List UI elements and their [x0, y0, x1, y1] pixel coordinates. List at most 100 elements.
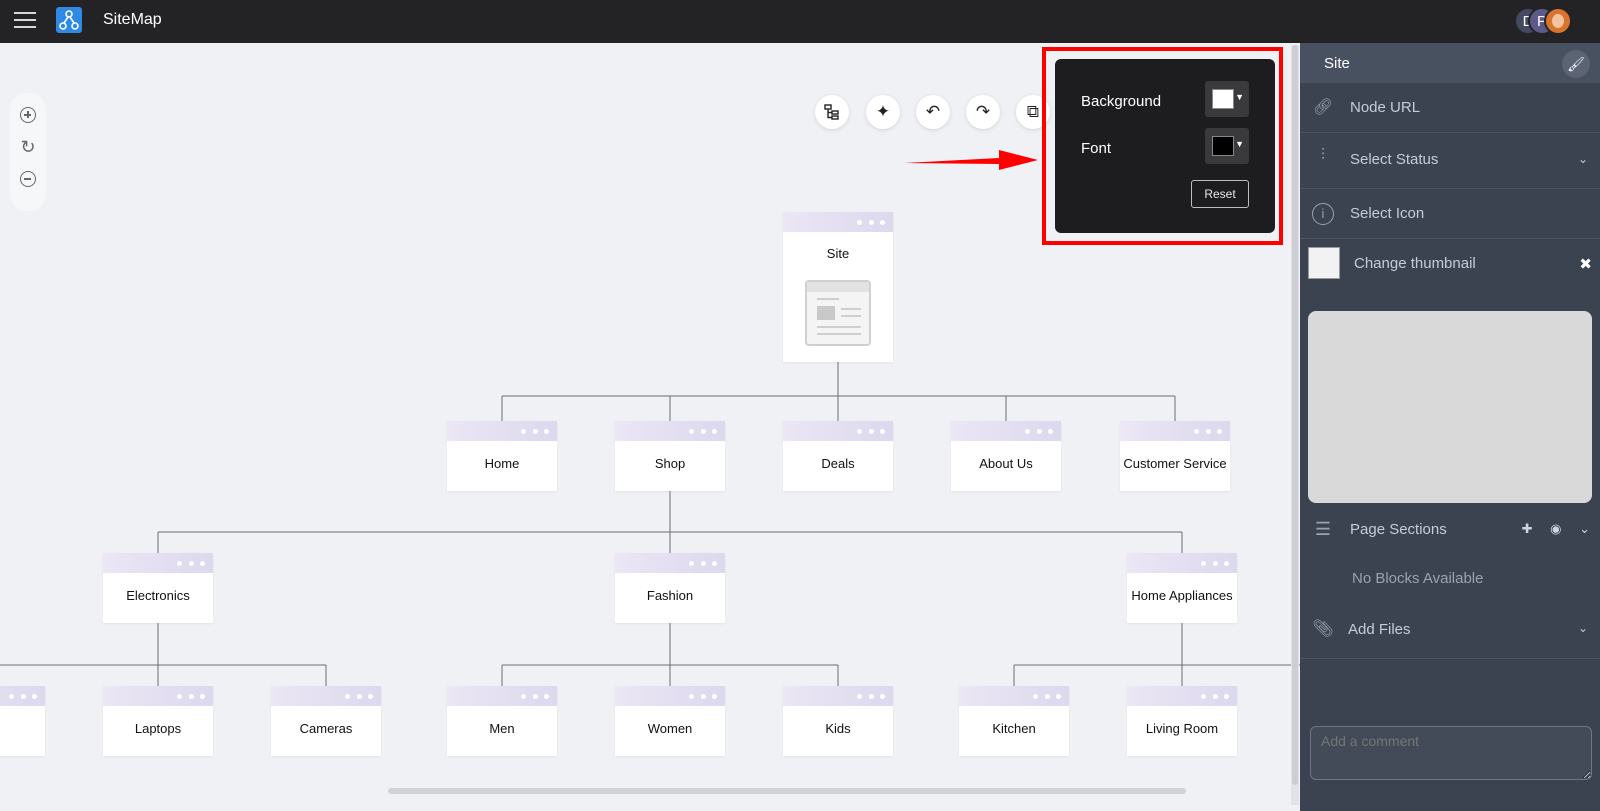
- list-icon: ☰: [1314, 519, 1332, 539]
- top-bar: SiteMap D P: [0, 0, 1600, 43]
- node-more-icon[interactable]: [9, 694, 37, 699]
- node-more-icon[interactable]: [689, 561, 717, 566]
- avatar-photo[interactable]: [1544, 7, 1572, 35]
- horizontal-scrollbar[interactable]: [0, 788, 1270, 794]
- node-label: Deals: [821, 456, 855, 471]
- caret-down-icon: ▼: [1235, 92, 1244, 102]
- style-popover: Background ▼ Font ▼ Reset: [1055, 59, 1275, 233]
- close-icon[interactable]: ✖: [1579, 255, 1592, 273]
- thumbnail-icon: [1308, 247, 1340, 279]
- node-url-placeholder: Node URL: [1350, 99, 1421, 116]
- node-more-icon[interactable]: [1033, 694, 1061, 699]
- link-icon: 🔗︎: [1312, 99, 1334, 116]
- scrollbar-thumb[interactable]: [388, 788, 1186, 794]
- node-more-icon[interactable]: [689, 429, 717, 434]
- node-label: Customer Service: [1123, 456, 1227, 471]
- menu-icon[interactable]: [14, 12, 36, 30]
- sliders-icon: ⫶: [1320, 147, 1325, 164]
- sitemap-node-root[interactable]: Site: [783, 212, 893, 362]
- node-url-field[interactable]: 🔗︎ Node URL: [1300, 83, 1600, 133]
- sitemap-node[interactable]: Customer Service: [1120, 421, 1230, 491]
- info-icon: i: [1312, 203, 1334, 225]
- comment-input[interactable]: [1310, 726, 1592, 780]
- panel-title: Site: [1324, 55, 1350, 72]
- sitemap-node[interactable]: Kitchen: [959, 686, 1069, 756]
- node-more-icon[interactable]: [1201, 561, 1229, 566]
- sitemap-node[interactable]: Electronics: [103, 553, 213, 623]
- sitemap-node[interactable]: hones: [0, 686, 45, 756]
- node-label: Kitchen: [992, 721, 1036, 736]
- status-select[interactable]: ⫶ Select Status ⌄: [1300, 133, 1600, 189]
- reset-button[interactable]: Reset: [1191, 180, 1249, 208]
- vertical-scrollbar[interactable]: [1291, 45, 1299, 805]
- chevron-down-icon: ⌄: [1577, 621, 1588, 635]
- panel-header: Site 🖌︎: [1300, 43, 1600, 83]
- node-more-icon[interactable]: [1025, 429, 1053, 434]
- sections-label: Page Sections: [1350, 521, 1447, 538]
- node-header: [783, 212, 893, 232]
- node-label: hones: [0, 721, 45, 736]
- node-label: Home: [484, 456, 520, 471]
- add-icon[interactable]: ✚: [1522, 521, 1533, 536]
- chevron-down-icon: ⌄: [1577, 152, 1588, 166]
- node-more-icon[interactable]: [857, 220, 885, 225]
- sitemap-node[interactable]: Home Appliances: [1127, 553, 1237, 623]
- app-logo: [56, 7, 82, 33]
- paperclip-icon: 📎︎: [1312, 619, 1334, 638]
- chevron-down-icon[interactable]: ⌄: [1579, 521, 1590, 536]
- status-label: Select Status: [1350, 151, 1439, 168]
- sitemap-node[interactable]: About Us: [951, 421, 1061, 491]
- background-color-picker[interactable]: ▼: [1205, 81, 1249, 117]
- scrollbar-thumb[interactable]: [1292, 45, 1298, 785]
- node-label: Cameras: [299, 721, 353, 736]
- node-more-icon[interactable]: [177, 694, 205, 699]
- node-label: Laptops: [134, 721, 182, 736]
- node-label: About Us: [979, 456, 1033, 471]
- icon-label: Select Icon: [1350, 205, 1425, 222]
- font-color-swatch: [1212, 136, 1234, 156]
- sitemap-node[interactable]: Cameras: [271, 686, 381, 756]
- thumbnail-label: Change thumbnail: [1354, 255, 1476, 272]
- font-label: Font: [1081, 140, 1112, 157]
- collaborator-avatars[interactable]: D P: [1514, 7, 1574, 35]
- brush-icon[interactable]: 🖌︎: [1562, 50, 1590, 78]
- node-more-icon[interactable]: [1194, 429, 1222, 434]
- icon-select[interactable]: i Select Icon: [1300, 189, 1600, 239]
- sitemap-node[interactable]: Shop: [615, 421, 725, 491]
- node-more-icon[interactable]: [857, 429, 885, 434]
- page-thumbnail-icon: [805, 280, 871, 346]
- add-files-row[interactable]: 📎︎ Add Files ⌄: [1300, 605, 1600, 659]
- node-properties-panel: Site 🖌︎ 🔗︎ Node URL ⫶ Select Status ⌄ i …: [1300, 43, 1600, 811]
- page-sections-row[interactable]: ☰ Page Sections ✚ ◉ ⌄: [1300, 505, 1600, 557]
- node-more-icon[interactable]: [689, 694, 717, 699]
- sitemap-node[interactable]: Deals: [783, 421, 893, 491]
- node-label: Home Appliances: [1131, 588, 1233, 603]
- files-label: Add Files: [1348, 621, 1411, 638]
- node-more-icon[interactable]: [177, 561, 205, 566]
- node-label: Fashion: [646, 588, 694, 603]
- font-color-picker[interactable]: ▼: [1205, 128, 1249, 164]
- node-label: Women: [647, 721, 693, 736]
- section-actions: ✚ ◉ ⌄: [1508, 521, 1590, 537]
- node-label: Electronics: [126, 588, 190, 603]
- red-arrow-annotation: [904, 150, 1038, 170]
- node-more-icon[interactable]: [857, 694, 885, 699]
- sitemap-node[interactable]: Laptops: [103, 686, 213, 756]
- app-title: SiteMap: [103, 11, 162, 28]
- node-label: Kids: [825, 721, 851, 736]
- sitemap-node[interactable]: Men: [447, 686, 557, 756]
- background-color-swatch: [1212, 89, 1234, 109]
- node-label: Site: [826, 246, 850, 261]
- node-more-icon[interactable]: [521, 429, 549, 434]
- sitemap-node[interactable]: Women: [615, 686, 725, 756]
- sitemap-node[interactable]: Living Room: [1127, 686, 1237, 756]
- background-label: Background: [1081, 93, 1162, 110]
- node-more-icon[interactable]: [345, 694, 373, 699]
- sitemap-node[interactable]: Home: [447, 421, 557, 491]
- change-thumbnail-row[interactable]: Change thumbnail ✖: [1300, 239, 1600, 291]
- sitemap-node[interactable]: Kids: [783, 686, 893, 756]
- node-more-icon[interactable]: [521, 694, 549, 699]
- node-more-icon[interactable]: [1201, 694, 1229, 699]
- sitemap-node[interactable]: Fashion: [615, 553, 725, 623]
- eye-icon[interactable]: ◉: [1550, 521, 1561, 536]
